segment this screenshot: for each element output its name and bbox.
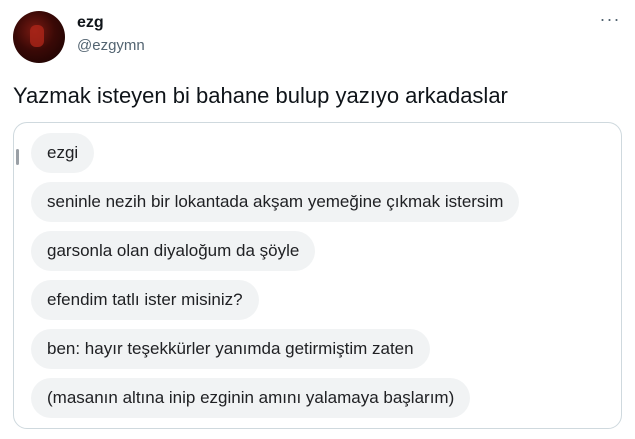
message-bubble: seninle nezih bir lokantada akşam yemeği… — [31, 182, 520, 222]
user-handle[interactable]: @ezgymn — [77, 37, 145, 54]
more-horizontal-icon[interactable]: ··· — [598, 10, 622, 28]
message-bubble: ezgi — [31, 133, 95, 173]
message-bubble: (masanın altına inip ezginin amını yalam… — [31, 378, 471, 418]
message-bubble: efendim tatlı ister misiniz? — [31, 280, 259, 320]
edge-mark — [16, 149, 19, 165]
tweet-text: Yazmak isteyen bi bahane bulup yazıyo ar… — [13, 83, 508, 108]
message-bubble: ben: hayır teşekkürler yanımda getirmişt… — [31, 329, 430, 369]
message-bubble: garsonla olan diyaloğum da şöyle — [31, 231, 316, 271]
tweet-media-image[interactable]: ezgi seninle nezih bir lokantada akşam y… — [13, 122, 622, 429]
avatar-photo — [30, 25, 44, 47]
display-name[interactable]: ezg — [77, 14, 104, 32]
avatar[interactable] — [13, 11, 65, 63]
